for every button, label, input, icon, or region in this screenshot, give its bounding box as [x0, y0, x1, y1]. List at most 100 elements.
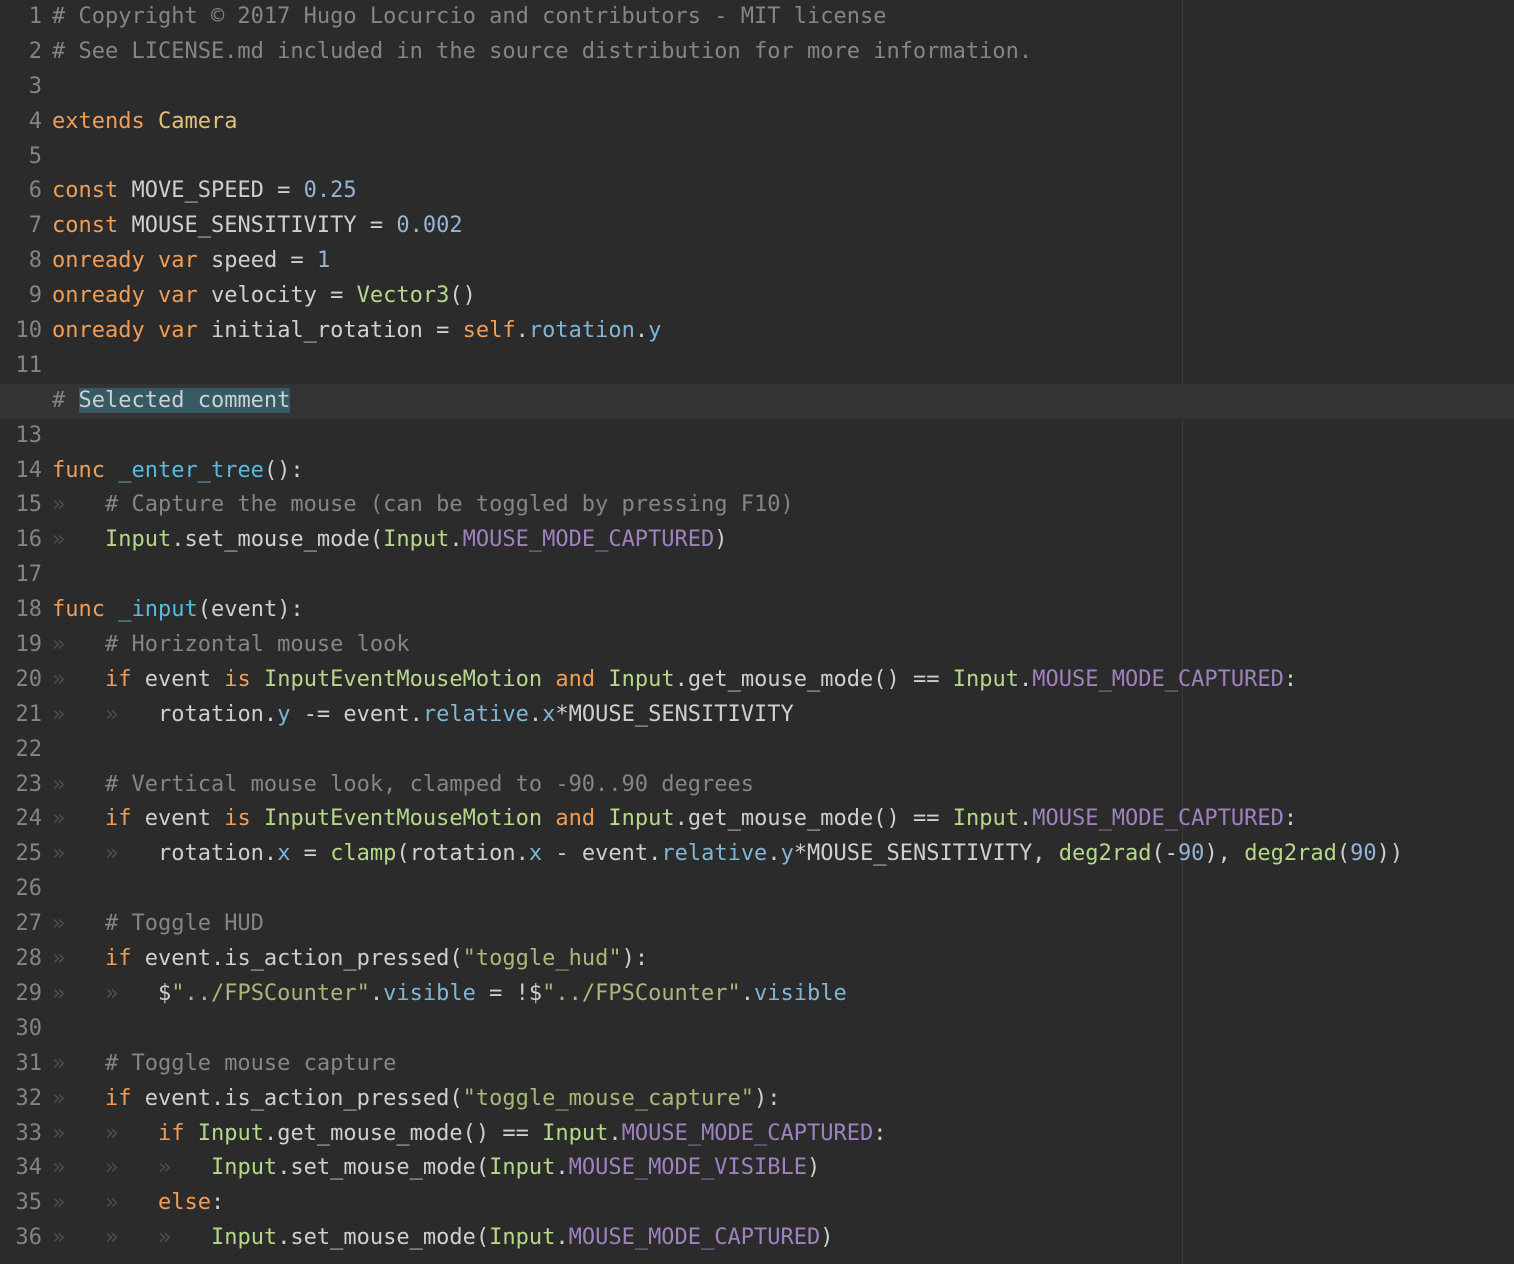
- code-line[interactable]: 9onready var velocity = Vector3(): [0, 279, 1514, 314]
- code-line[interactable]: 29» » $"../FPSCounter".visible = !$"../F…: [0, 977, 1514, 1012]
- code-line[interactable]: 35» » else:: [0, 1186, 1514, 1221]
- code-line[interactable]: 27» # Toggle HUD: [0, 907, 1514, 942]
- code-line[interactable]: 20» if event is InputEventMouseMotion an…: [0, 663, 1514, 698]
- code-line[interactable]: 19» # Horizontal mouse look: [0, 628, 1514, 663]
- code-line[interactable]: 22: [0, 733, 1514, 768]
- code-line[interactable]: 34» » » Input.set_mouse_mode(Input.MOUSE…: [0, 1151, 1514, 1186]
- token: else: [158, 1190, 211, 1215]
- token: rotation.: [158, 841, 277, 866]
- line-content[interactable]: onready var initial_rotation = self.rota…: [52, 314, 661, 349]
- token: Input: [211, 1155, 277, 1180]
- code-line[interactable]: 3: [0, 70, 1514, 105]
- code-line[interactable]: 7const MOUSE_SENSITIVITY = 0.002: [0, 209, 1514, 244]
- line-content[interactable]: » » » Input.set_mouse_mode(Input.MOUSE_M…: [52, 1151, 820, 1186]
- token: Input: [608, 806, 674, 831]
- code-line[interactable]: 10onready var initial_rotation = self.ro…: [0, 314, 1514, 349]
- line-content[interactable]: » # Toggle HUD: [52, 907, 264, 942]
- code-editor[interactable]: 1# Copyright © 2017 Hugo Locurcio and co…: [0, 0, 1514, 1264]
- code-line[interactable]: 4extends Camera: [0, 105, 1514, 140]
- code-line[interactable]: 1# Copyright © 2017 Hugo Locurcio and co…: [0, 0, 1514, 35]
- token: = !$: [476, 981, 542, 1006]
- code-line[interactable]: 6const MOVE_SPEED = 0.25: [0, 174, 1514, 209]
- line-content[interactable]: » » else:: [52, 1186, 224, 1221]
- line-content[interactable]: » # Vertical mouse look, clamped to -90.…: [52, 768, 754, 803]
- line-number: 34: [0, 1151, 52, 1186]
- line-content[interactable]: # Copyright © 2017 Hugo Locurcio and con…: [52, 0, 886, 35]
- token: var: [158, 283, 198, 308]
- token: y: [781, 841, 794, 866]
- line-content[interactable]: » » » Input.set_mouse_mode(Input.MOUSE_M…: [52, 1221, 834, 1256]
- line-content[interactable]: » # Capture the mouse (can be toggled by…: [52, 488, 794, 523]
- line-content[interactable]: » Input.set_mouse_mode(Input.MOUSE_MODE_…: [52, 523, 728, 558]
- code-line[interactable]: 30: [0, 1012, 1514, 1047]
- token: # Copyright © 2017 Hugo Locurcio and con…: [52, 4, 886, 29]
- code-line[interactable]: 13: [0, 419, 1514, 454]
- line-number: 6: [0, 174, 52, 209]
- token: (event):: [198, 597, 304, 622]
- token: )): [1377, 841, 1404, 866]
- code-line[interactable]: 8onready var speed = 1: [0, 244, 1514, 279]
- token: .set_mouse_mode(: [277, 1155, 489, 1180]
- token: »: [52, 492, 105, 517]
- line-content[interactable]: » if event.is_action_pressed("toggle_mou…: [52, 1082, 781, 1117]
- code-line[interactable]: 11: [0, 349, 1514, 384]
- line-content[interactable]: » » rotation.y -= event.relative.x*MOUSE…: [52, 698, 794, 733]
- line-number: 15: [0, 488, 52, 523]
- line-content[interactable]: » » if Input.get_mouse_mode() == Input.M…: [52, 1117, 887, 1152]
- line-content[interactable]: » if event is InputEventMouseMotion and …: [52, 663, 1297, 698]
- token: .: [449, 527, 462, 552]
- token: var: [158, 318, 198, 343]
- token: »: [52, 772, 105, 797]
- line-content[interactable]: func _input(event):: [52, 593, 304, 628]
- line-content[interactable]: # Selected comment: [52, 384, 290, 419]
- code-line[interactable]: 28» if event.is_action_pressed("toggle_h…: [0, 942, 1514, 977]
- code-line[interactable]: 31» # Toggle mouse capture: [0, 1047, 1514, 1082]
- code-line[interactable]: 21» » rotation.y -= event.relative.x*MOU…: [0, 698, 1514, 733]
- code-lines[interactable]: 1# Copyright © 2017 Hugo Locurcio and co…: [0, 0, 1514, 1256]
- code-line[interactable]: 16» Input.set_mouse_mode(Input.MOUSE_MOD…: [0, 523, 1514, 558]
- code-line[interactable]: 24» if event is InputEventMouseMotion an…: [0, 802, 1514, 837]
- line-number: 21: [0, 698, 52, 733]
- token: 0.002: [396, 213, 462, 238]
- token: event.is_action_pressed(: [131, 946, 462, 971]
- line-content[interactable]: const MOVE_SPEED = 0.25: [52, 174, 357, 209]
- token: *MOUSE_SENSITIVITY: [555, 702, 793, 727]
- code-line[interactable]: 33» » if Input.get_mouse_mode() == Input…: [0, 1117, 1514, 1152]
- token: MOUSE_MODE_CAPTURED: [1032, 806, 1284, 831]
- token: relative: [423, 702, 529, 727]
- line-content[interactable]: » # Toggle mouse capture: [52, 1047, 396, 1082]
- token: 0.25: [304, 178, 357, 203]
- line-content[interactable]: » # Horizontal mouse look: [52, 628, 410, 663]
- code-line[interactable]: 15» # Capture the mouse (can be toggled …: [0, 488, 1514, 523]
- line-content[interactable]: » if event is InputEventMouseMotion and …: [52, 802, 1297, 837]
- code-line[interactable]: 36» » » Input.set_mouse_mode(Input.MOUSE…: [0, 1221, 1514, 1256]
- line-content[interactable]: » » $"../FPSCounter".visible = !$"../FPS…: [52, 977, 847, 1012]
- code-line[interactable]: 32» if event.is_action_pressed("toggle_m…: [0, 1082, 1514, 1117]
- code-line[interactable]: 25» » rotation.x = clamp(rotation.x - ev…: [0, 837, 1514, 872]
- line-content[interactable]: # See LICENSE.md included in the source …: [52, 35, 1032, 70]
- line-content[interactable]: » if event.is_action_pressed("toggle_hud…: [52, 942, 648, 977]
- code-line[interactable]: 5: [0, 140, 1514, 175]
- token: Selected comment: [79, 388, 291, 413]
- token: self: [463, 318, 516, 343]
- code-line[interactable]: 17: [0, 558, 1514, 593]
- token: Input: [383, 527, 449, 552]
- line-content[interactable]: onready var speed = 1: [52, 244, 330, 279]
- token: Input: [953, 806, 1019, 831]
- token: Input: [105, 527, 171, 552]
- line-content[interactable]: const MOUSE_SENSITIVITY = 0.002: [52, 209, 463, 244]
- code-line[interactable]: 18func _input(event):: [0, 593, 1514, 628]
- line-content[interactable]: func _enter_tree():: [52, 454, 304, 489]
- line-number: 10: [0, 314, 52, 349]
- line-content[interactable]: » » rotation.x = clamp(rotation.x - even…: [52, 837, 1403, 872]
- line-content[interactable]: extends Camera: [52, 105, 237, 140]
- token: .set_mouse_mode(: [277, 1225, 489, 1250]
- code-line[interactable]: 23» # Vertical mouse look, clamped to -9…: [0, 768, 1514, 803]
- line-content[interactable]: onready var velocity = Vector3(): [52, 279, 476, 314]
- code-line[interactable]: # Selected comment: [0, 384, 1514, 419]
- token: 90: [1178, 841, 1205, 866]
- code-line[interactable]: 2# See LICENSE.md included in the source…: [0, 35, 1514, 70]
- code-line[interactable]: 14func _enter_tree():: [0, 454, 1514, 489]
- code-line[interactable]: 26: [0, 872, 1514, 907]
- token: ): [714, 527, 727, 552]
